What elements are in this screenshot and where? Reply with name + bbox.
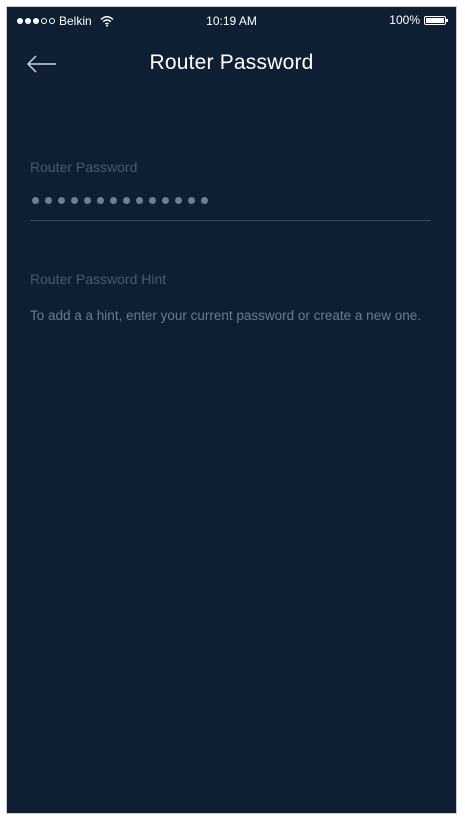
password-mask xyxy=(32,197,208,204)
password-dot xyxy=(136,197,143,204)
nav-bar: Router Password xyxy=(7,39,456,91)
password-dot xyxy=(175,197,182,204)
status-bar: Belkin 10:19 AM 100% xyxy=(7,7,456,35)
password-dot xyxy=(97,197,104,204)
password-dot xyxy=(201,197,208,204)
password-dot xyxy=(45,197,52,204)
router-password-input[interactable] xyxy=(30,187,431,221)
password-dot xyxy=(110,197,117,204)
password-dot xyxy=(84,197,91,204)
battery-icon xyxy=(424,15,448,25)
router-password-label: Router Password xyxy=(30,159,138,175)
password-dot xyxy=(123,197,130,204)
password-dot xyxy=(149,197,156,204)
password-dot xyxy=(32,197,39,204)
status-right: 100% xyxy=(389,13,448,27)
password-dot xyxy=(71,197,78,204)
password-dot xyxy=(188,197,195,204)
password-dot xyxy=(162,197,169,204)
hint-help-text: To add a a hint, enter your current pass… xyxy=(30,308,421,323)
page-title: Router Password xyxy=(149,51,314,74)
router-password-hint-label: Router Password Hint xyxy=(30,271,167,287)
battery-percent: 100% xyxy=(389,13,420,27)
phone-screen: Belkin 10:19 AM 100% Router Password Rou… xyxy=(6,6,457,814)
password-dot xyxy=(58,197,65,204)
